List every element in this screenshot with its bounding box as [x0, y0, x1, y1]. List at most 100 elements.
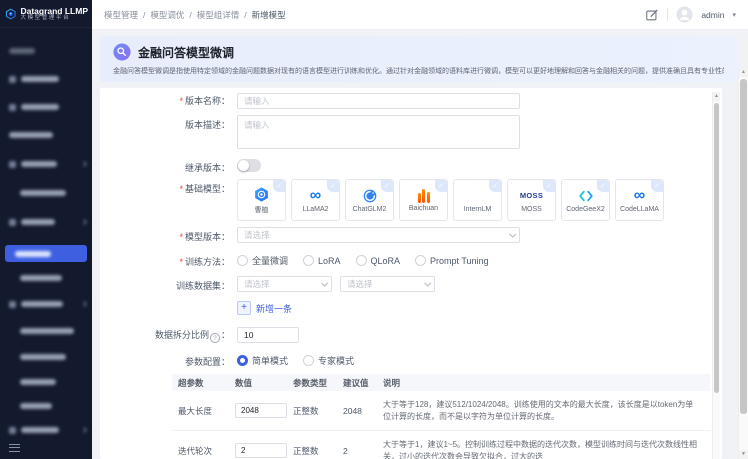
sidebar-item-blurred[interactable] — [0, 213, 92, 231]
plus-icon: + — [237, 301, 251, 315]
param-config-group: 简单模式 专家模式 — [237, 352, 369, 367]
model-card-internlm[interactable]: ✓ InternLM — [453, 179, 502, 221]
param-description: 大于等于128，建议512/1024/2048。训练使用的文本的最大长度，该长度… — [383, 399, 710, 422]
required-asterisk: * — [179, 96, 183, 106]
radio-full-finetune[interactable]: 全量微调 — [237, 254, 288, 267]
radio-prompt-tuning[interactable]: Prompt Tuning — [415, 255, 489, 266]
chevron-down-icon[interactable]: ▾ — [732, 11, 736, 19]
checkbox-corner-icon[interactable]: ✓ — [327, 180, 339, 192]
sidebar-collapse-icon[interactable] — [9, 444, 20, 452]
model-card-moss[interactable]: ✓ MOSS MOSS — [507, 179, 556, 221]
main-content: 金融问答模型微调 金融问答模型微调是指使用特定领域的金融问题数据对现有的语言模型… — [92, 30, 748, 459]
radio-icon — [356, 255, 367, 266]
checkbox-corner-icon[interactable]: ✓ — [543, 180, 555, 192]
radio-simple-mode[interactable]: 简单模式 — [237, 354, 288, 367]
username[interactable]: admin — [701, 10, 724, 20]
sidebar-subitem-blurred[interactable] — [0, 184, 92, 202]
model-version-select[interactable]: 请选择 — [237, 227, 520, 243]
chevron-down-icon — [321, 279, 327, 285]
model-name: InternLM — [464, 206, 492, 213]
model-card-codegeex2[interactable]: ✓ CodeGeeX2 — [561, 179, 610, 221]
param-name: 最大长度 — [172, 405, 235, 417]
model-card-chatglm2[interactable]: ✓ ChatGLM2 — [345, 179, 394, 221]
chevron-icon — [81, 161, 87, 167]
sidebar-item-icon — [9, 76, 16, 83]
sidebar-item-blurred[interactable] — [0, 295, 92, 313]
page-banner: 金融问答模型微调 金融问答模型微调是指使用特定领域的金融问题数据对现有的语言模型… — [100, 36, 737, 82]
field-label-param-config: 参数配置 — [100, 352, 230, 368]
breadcrumb-item[interactable]: 模型调优 — [150, 9, 184, 21]
page-scrollbar[interactable]: ▲ ▼ — [738, 68, 748, 459]
toggle-knob — [238, 160, 249, 171]
checkbox-corner-icon[interactable]: ✓ — [435, 180, 447, 192]
field-label-version-desc: 版本描述 — [100, 115, 230, 131]
split-ratio-input[interactable] — [237, 327, 299, 343]
sidebar-section-blurred — [0, 42, 92, 60]
model-card-llama2[interactable]: ✓ ∞ LLaMA2 — [291, 179, 340, 221]
version-name-input[interactable] — [237, 93, 520, 109]
radio-expert-mode[interactable]: 专家模式 — [303, 354, 354, 367]
training-method-group: 全量微调 LoRA QLoRA Prompt Tuning — [237, 252, 504, 267]
param-value-input[interactable] — [235, 403, 287, 418]
model-name: ChatGLM2 — [353, 206, 387, 213]
add-dataset-label: 新增一条 — [256, 302, 292, 315]
radio-icon — [303, 355, 314, 366]
field-label-model-version: *模型版本 — [100, 227, 230, 243]
col-header: 参数类型 — [293, 377, 343, 389]
sidebar-item-blurred[interactable] — [0, 155, 92, 173]
radio-icon — [415, 255, 426, 266]
required-asterisk: * — [179, 257, 183, 267]
breadcrumb-item[interactable]: 模型组详情 — [197, 9, 240, 21]
model-card-caozhi[interactable]: ✓ 曹植 — [237, 179, 286, 221]
avatar[interactable] — [676, 6, 693, 23]
inherit-version-toggle[interactable] — [237, 159, 261, 172]
dataset-select-1[interactable]: 请选择 — [237, 276, 332, 292]
dashes-icon — [471, 187, 485, 204]
sidebar-subitem-blurred[interactable] — [0, 322, 92, 340]
divider — [667, 8, 668, 21]
sidebar-item-blurred[interactable] — [0, 421, 92, 439]
help-icon[interactable]: ? — [210, 333, 220, 343]
radio-selected-icon — [237, 355, 248, 366]
model-card-codellama[interactable]: ✓ ∞ CodeLLaMA — [615, 179, 664, 221]
scroll-up-arrow[interactable]: ▲ — [739, 68, 748, 77]
checkbox-corner-icon[interactable]: ✓ — [651, 180, 663, 192]
dataset-select-2[interactable]: 请选择 — [340, 276, 435, 292]
breadcrumb-item[interactable]: 模型管理 — [104, 9, 138, 21]
radio-icon — [303, 255, 314, 266]
edit-icon[interactable] — [645, 8, 659, 22]
form-card: *版本名称 版本描述 继承版本 *基础模型 ✓ — [100, 88, 722, 459]
checkbox-corner-icon[interactable]: ✓ — [381, 180, 393, 192]
sidebar-subitem-blurred[interactable] — [0, 397, 92, 415]
breadcrumb-separator: / — [244, 10, 246, 20]
scrollbar-thumb[interactable] — [714, 103, 719, 393]
radio-lora[interactable]: LoRA — [303, 255, 341, 266]
scroll-down-arrow[interactable]: ▼ — [739, 450, 748, 459]
sidebar-item-blurred[interactable] — [0, 126, 92, 144]
topbar: 模型管理 / 模型调优 / 模型组详情 / 新增模型 admin ▾ — [92, 0, 748, 30]
sidebar-subitem-blurred[interactable] — [0, 348, 92, 366]
sidebar-subitem-blurred[interactable] — [0, 373, 92, 391]
add-dataset-button[interactable]: + 新增一条 — [237, 301, 292, 315]
field-label-split-ratio: 数据拆分比例? — [100, 325, 230, 343]
field-label-base-model: *基础模型 — [100, 179, 230, 195]
scrollbar-thumb[interactable] — [740, 79, 747, 414]
sidebar-subitem-blurred[interactable] — [0, 269, 92, 287]
sidebar-item-blurred[interactable] — [0, 98, 92, 116]
sidebar-item-blurred[interactable] — [0, 70, 92, 88]
checkbox-corner-icon[interactable]: ✓ — [597, 180, 609, 192]
breadcrumb-separator: / — [189, 10, 191, 20]
base-model-cards: ✓ 曹植 ✓ ∞ LLaMA2 ✓ — [237, 179, 664, 221]
sidebar-item-selected[interactable] — [5, 245, 87, 262]
checkbox-corner-icon[interactable]: ✓ — [489, 180, 501, 192]
field-label-training-dataset: 训练数据集 — [100, 276, 230, 292]
scroll-up-arrow[interactable]: ▲ — [713, 92, 720, 101]
inner-scrollbar[interactable]: ▲ — [712, 92, 720, 459]
version-desc-textarea[interactable] — [237, 115, 520, 149]
radio-qlora[interactable]: QLoRA — [356, 255, 401, 266]
param-type: 正整数 — [293, 405, 343, 417]
table-row: 最大长度 正整数 2048 大于等于128，建议512/1024/2048。训练… — [172, 391, 710, 431]
param-value-input[interactable] — [235, 443, 287, 458]
checkbox-corner-icon[interactable]: ✓ — [273, 180, 285, 192]
model-card-baichuan[interactable]: ✓ Baichuan — [399, 179, 448, 221]
